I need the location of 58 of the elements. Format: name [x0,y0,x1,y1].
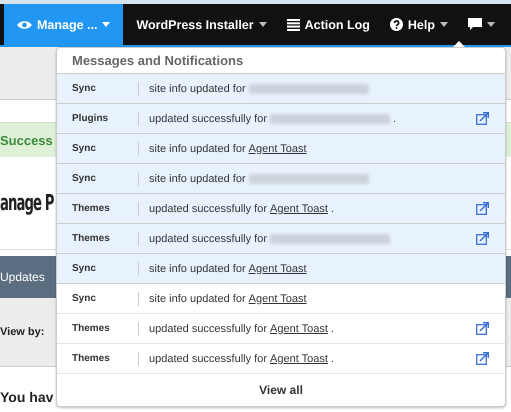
notification-row[interactable]: Plugins updated successfully for . [57,104,505,134]
chat-icon [468,18,482,31]
alert-text: Success [0,132,53,148]
external-link-icon[interactable] [476,112,489,125]
external-link-icon[interactable] [476,202,489,215]
caret-icon [486,22,495,27]
notice-text: You hav [0,389,54,405]
list-icon [286,18,300,30]
notification-row[interactable]: Themes updated successfully for Agent Toast . [57,314,505,344]
help-icon [390,18,403,31]
notification-category: Themes [71,233,111,244]
notification-category: Sync [71,143,97,154]
notification-category: Sync [71,263,97,274]
notification-category: Themes [71,203,111,214]
notification-category: Sync [71,173,97,184]
notification-row[interactable]: Sync site info updated for [57,164,505,194]
notification-row[interactable]: Themes updated successfully for Agent Toast . [57,344,505,374]
notification-row[interactable]: Sync site info updated for Agent Toast [57,134,505,164]
external-link-icon[interactable] [476,232,489,245]
filter-label: View by: [0,326,44,338]
notification-row[interactable]: Sync site info updated for [57,74,505,104]
updates-tab[interactable]: Updates [0,270,45,284]
notification-category: Themes [71,323,111,334]
notification-message: updated successfully for Agent Toast . [149,202,334,214]
site-link[interactable]: Agent Toast [270,352,328,364]
page-heading: anage P [0,190,54,216]
notification-category: Themes [71,353,111,364]
external-link-icon[interactable] [476,322,489,335]
notification-row[interactable]: Sync site info updated for Agent Toast [57,254,505,284]
caret-icon [258,22,267,27]
site-link[interactable]: Agent Toast [270,322,328,334]
notification-message: site info updated for [149,82,369,94]
notification-message: site info updated for Agent Toast [149,142,307,154]
notification-message: site info updated for Agent Toast [149,292,307,304]
notification-row[interactable]: Themes updated successfully for [57,224,505,254]
nav-menu-item[interactable]: Help [380,4,458,45]
site-link[interactable]: Agent Toast [248,292,307,304]
notification-row[interactable]: Sync site info updated for Agent Toast [57,284,505,314]
notification-message: site info updated for [149,172,369,184]
notification-message: updated successfully for [149,232,390,244]
nav-menu-item[interactable]: WordPress Installer [126,4,277,45]
nav-menu-item[interactable]: Action Log [276,4,380,45]
caret-icon [440,22,448,27]
notification-message: site info updated for Agent Toast [149,262,307,274]
view-all-button[interactable]: View all [57,374,505,406]
external-link-icon[interactable] [476,352,489,365]
notification-message: updated successfully for Agent Toast . [149,322,334,334]
notification-row[interactable]: Themes updated successfully for Agent Toast . [57,194,505,224]
notification-message: updated successfully for . [149,112,396,124]
site-link[interactable]: Agent Toast [270,202,328,214]
eye-icon [17,20,32,30]
site-link[interactable]: Agent Toast [248,142,307,154]
caret-icon [102,22,110,27]
site-link[interactable]: Agent Toast [248,262,307,274]
notification-message: updated successfully for Agent Toast . [149,352,334,364]
notification-category: Plugins [71,113,110,124]
notification-category: Sync [71,293,97,304]
notification-category: Sync [71,83,97,94]
